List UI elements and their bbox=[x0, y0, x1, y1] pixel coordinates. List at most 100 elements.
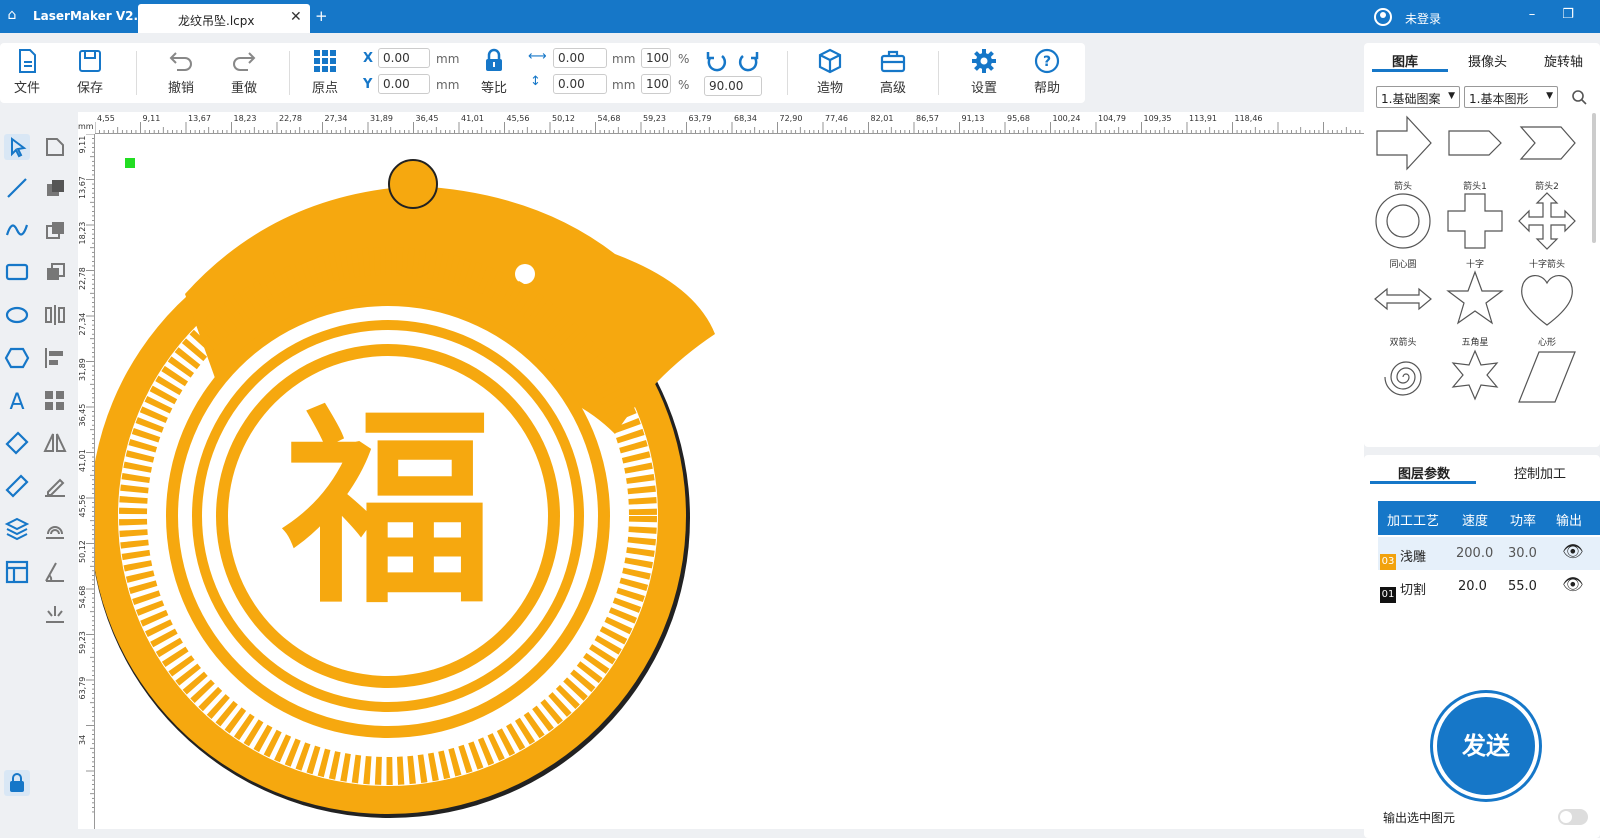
ruler-label: 50,12 bbox=[78, 540, 87, 563]
laser-spark-icon[interactable] bbox=[42, 602, 68, 628]
dragon-pendant-design[interactable]: 福 bbox=[95, 159, 715, 818]
home-icon[interactable]: ⌂ bbox=[2, 7, 22, 27]
ruler-label: 54,68 bbox=[78, 586, 87, 609]
text-tool-icon[interactable]: A bbox=[4, 388, 30, 414]
help-button[interactable]: ? 帮助 bbox=[1025, 48, 1069, 96]
tab-layer-params[interactable]: 图层参数 bbox=[1398, 463, 1450, 482]
layer-row[interactable]: 03 浅雕 200.0 30.0 👁 bbox=[1378, 537, 1600, 570]
shape-double-arrow[interactable]: 双箭头 bbox=[1370, 269, 1436, 348]
eraser-icon[interactable] bbox=[4, 430, 30, 456]
minimize-icon[interactable]: – bbox=[1523, 7, 1541, 22]
height-percent-input[interactable]: 100 bbox=[641, 74, 671, 94]
width-input[interactable]: 0.00 bbox=[553, 48, 607, 68]
tab-camera[interactable]: 摄像头 bbox=[1468, 51, 1507, 70]
height-input[interactable]: 0.00 bbox=[553, 74, 607, 94]
drawing-canvas[interactable]: 福 bbox=[78, 112, 1364, 829]
align-left-icon[interactable] bbox=[42, 345, 68, 371]
line-tool-icon[interactable] bbox=[4, 175, 30, 201]
redo-button[interactable]: 重做 bbox=[222, 48, 266, 96]
library-scrollbar[interactable] bbox=[1592, 113, 1596, 243]
height-percent-sign: % bbox=[678, 78, 690, 92]
mirror-icon[interactable] bbox=[42, 302, 68, 328]
tab-rotary-axis[interactable]: 旋转轴 bbox=[1544, 51, 1583, 70]
user-avatar-icon[interactable] bbox=[1374, 8, 1392, 26]
build-button[interactable]: 造物 bbox=[808, 48, 852, 96]
curve-tool-icon[interactable] bbox=[4, 217, 30, 243]
ruler-label: 59,23 bbox=[78, 631, 87, 654]
document-tab[interactable]: 龙纹吊坠.lcpx ✕ bbox=[138, 4, 310, 33]
flip-icon[interactable] bbox=[42, 430, 68, 456]
document-tab-label: 龙纹吊坠.lcpx bbox=[178, 14, 255, 28]
node-edit-icon[interactable] bbox=[42, 134, 68, 160]
y-position-input[interactable]: 0.00 bbox=[378, 74, 430, 94]
x-position-input[interactable]: 0.00 bbox=[378, 48, 430, 68]
union-icon[interactable] bbox=[42, 175, 68, 201]
close-tab-icon[interactable]: ✕ bbox=[290, 9, 302, 25]
undo-button[interactable]: 撤销 bbox=[159, 48, 203, 96]
rotate-cw-icon[interactable] bbox=[737, 49, 761, 73]
shape-arrow-1[interactable]: 箭头1 bbox=[1442, 113, 1508, 192]
ruler-label: 82,01 bbox=[871, 114, 894, 123]
width-percent-input[interactable]: 100 bbox=[641, 48, 671, 68]
advanced-button[interactable]: 高级 bbox=[871, 48, 915, 96]
layers-icon[interactable] bbox=[4, 516, 30, 542]
shape-parallelogram[interactable] bbox=[1514, 347, 1580, 407]
layer-power[interactable]: 55.0 bbox=[1508, 579, 1537, 594]
new-tab-icon[interactable]: + bbox=[315, 7, 328, 25]
shape-star[interactable]: 五角星 bbox=[1442, 269, 1508, 348]
settings-button[interactable]: 设置 bbox=[962, 48, 1006, 96]
shape-heart[interactable]: 心形 bbox=[1514, 269, 1580, 348]
shape-cross-arrow[interactable]: 十字箭头 bbox=[1514, 191, 1580, 270]
maximize-icon[interactable]: ❐ bbox=[1559, 7, 1577, 22]
array-icon[interactable] bbox=[42, 388, 68, 414]
layer-power[interactable]: 30.0 bbox=[1508, 546, 1537, 561]
ratio-lock-button[interactable]: 等比 bbox=[472, 48, 516, 96]
layer-row[interactable]: 01 切割 20.0 55.0 👁 bbox=[1378, 570, 1600, 603]
ruler-label: 34 bbox=[78, 735, 87, 745]
save-label: 保存 bbox=[76, 81, 103, 96]
toolbar-divider bbox=[938, 51, 939, 95]
subtract-icon[interactable] bbox=[42, 217, 68, 243]
select-arrow-icon[interactable] bbox=[4, 134, 30, 160]
login-status[interactable]: 未登录 bbox=[1405, 10, 1441, 27]
shape-spiral[interactable] bbox=[1370, 347, 1436, 407]
rotation-angle-input[interactable]: 90.00 bbox=[704, 76, 762, 96]
layer-speed[interactable]: 20.0 bbox=[1458, 579, 1487, 594]
polygon-tool-icon[interactable] bbox=[4, 345, 30, 371]
tab-machine-control[interactable]: 控制加工 bbox=[1514, 463, 1566, 482]
search-icon[interactable] bbox=[1571, 89, 1587, 105]
edit-path-icon[interactable] bbox=[42, 473, 68, 499]
ruler-label: 13,67 bbox=[78, 176, 87, 199]
rectangle-tool-icon[interactable] bbox=[4, 259, 30, 285]
file-button[interactable]: 文件 bbox=[5, 48, 49, 96]
fu-character: 福 bbox=[281, 387, 493, 632]
category-dropdown[interactable]: 1.基础图案 ▼ bbox=[1376, 86, 1460, 108]
origin-button[interactable]: 原点 bbox=[303, 48, 347, 96]
ruler-label: 9,11 bbox=[78, 136, 87, 154]
offset-icon[interactable] bbox=[42, 516, 68, 542]
ruler-label: 59,23 bbox=[643, 114, 666, 123]
shape-concentric[interactable]: 同心圆 bbox=[1370, 191, 1436, 270]
send-button[interactable]: 发送 bbox=[1433, 693, 1539, 799]
eye-visibility-icon[interactable]: 👁 bbox=[1562, 575, 1584, 595]
shape-arrow[interactable]: 箭头 bbox=[1370, 113, 1436, 192]
panel-layout-icon[interactable] bbox=[4, 559, 30, 585]
shape-cross[interactable]: 十字 bbox=[1442, 191, 1508, 270]
output-selected-toggle[interactable] bbox=[1558, 809, 1588, 825]
subcategory-dropdown[interactable]: 1.基本图形 ▼ bbox=[1464, 86, 1558, 108]
layer-speed[interactable]: 200.0 bbox=[1456, 546, 1493, 561]
intersect-icon[interactable] bbox=[42, 259, 68, 285]
height-unit: mm bbox=[612, 78, 636, 92]
eye-visibility-icon[interactable]: 👁 bbox=[1562, 542, 1584, 562]
rotate-ccw-icon[interactable] bbox=[704, 49, 728, 73]
canvas-lock-icon[interactable] bbox=[4, 770, 30, 796]
shape-arrow-2[interactable]: 箭头2 bbox=[1514, 113, 1580, 192]
ruler-label: 100,24 bbox=[1053, 114, 1081, 123]
save-button[interactable]: 保存 bbox=[68, 48, 112, 96]
angle-tool-icon[interactable] bbox=[42, 559, 68, 585]
shape-six-star[interactable] bbox=[1442, 347, 1508, 407]
tab-library[interactable]: 图库 bbox=[1392, 51, 1418, 70]
ellipse-tool-icon[interactable] bbox=[4, 302, 30, 328]
layer-table-header: 加工工艺 速度 功率 输出 bbox=[1378, 501, 1600, 535]
measure-ruler-icon[interactable] bbox=[4, 473, 30, 499]
